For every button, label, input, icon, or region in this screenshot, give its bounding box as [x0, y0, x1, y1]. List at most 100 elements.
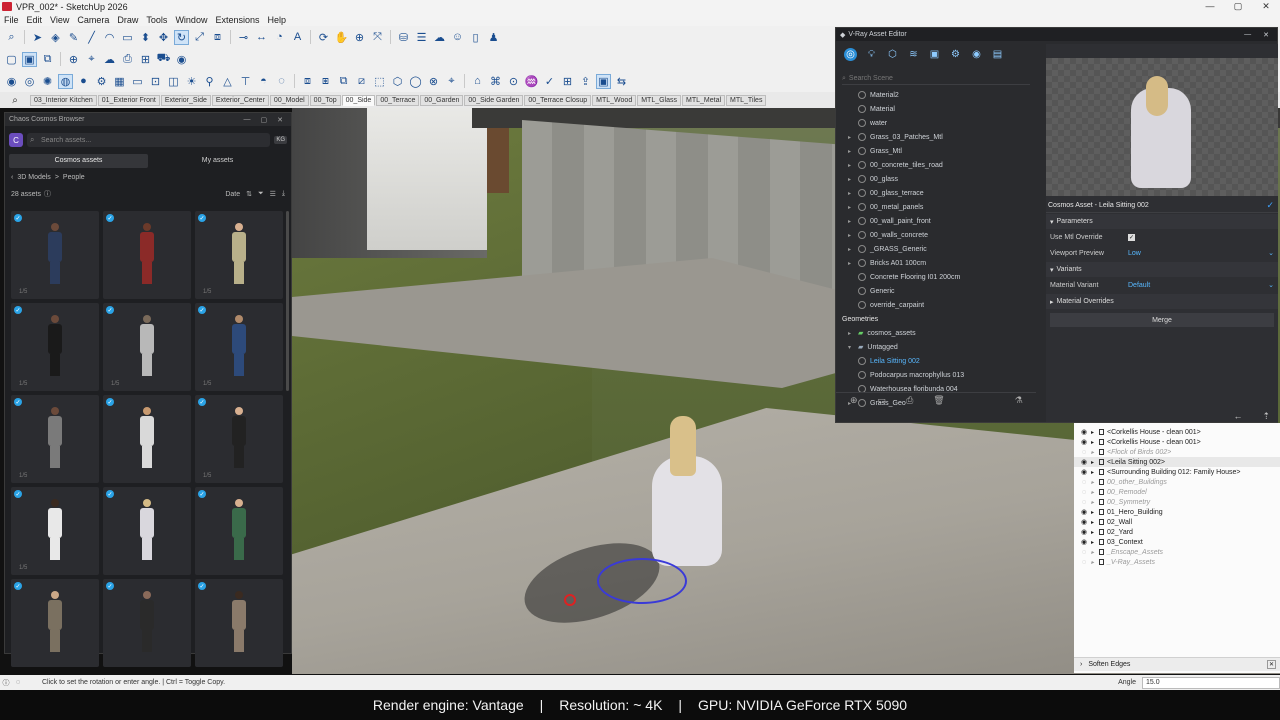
visibility-eye-icon[interactable]: ◉ — [1080, 428, 1088, 436]
material-item[interactable]: Material — [836, 102, 1036, 116]
asset-card[interactable]: ✓ 1/5 — [11, 211, 99, 299]
outliner-item[interactable]: ◉ ▸ <Corkellis House - clean 001> — [1074, 427, 1280, 437]
material-item[interactable]: ▸ Grass_03_Patches_Mtl — [836, 130, 1036, 144]
visibility-eye-icon[interactable]: ◌ — [1080, 479, 1088, 486]
check-icon[interactable]: ✓ — [106, 398, 114, 406]
scene-tab[interactable]: 00_Model — [269, 94, 309, 106]
vray-mesh-icon[interactable]: ▦ — [112, 74, 127, 89]
visibility-eye-icon[interactable]: ◉ — [1080, 538, 1088, 546]
asset-card[interactable]: ✓ 1/5 — [11, 303, 99, 391]
location-icon[interactable]: ⌖ — [84, 52, 99, 67]
scene-tab[interactable]: 00_Side Garden — [464, 94, 524, 106]
check-icon[interactable]: ✓ — [106, 306, 114, 314]
check-icon[interactable]: ✓ — [14, 490, 22, 498]
vray-globe-icon[interactable]: ⊗ — [426, 74, 441, 89]
menu-file[interactable]: File — [0, 15, 23, 25]
sort-select[interactable]: Date — [225, 191, 240, 198]
tape-measure-icon[interactable]: ⊸ — [236, 30, 251, 45]
check-icon[interactable]: ✓ — [14, 306, 22, 314]
component-icon[interactable]: ▣ — [22, 51, 37, 67]
vray-lock-icon[interactable]: ⊡ — [148, 74, 163, 89]
expand-caret-icon[interactable]: ▸ — [1091, 539, 1096, 546]
material-item[interactable]: ▸ Bricks A01 100cm — [836, 256, 1036, 270]
chevron-down-icon[interactable]: ⌄ — [1268, 281, 1278, 289]
vray-triangle-icon[interactable]: △ — [220, 74, 235, 89]
measurement-input[interactable]: 15.0 — [1142, 676, 1280, 689]
vray-vantage-icon[interactable]: ▣ — [596, 73, 611, 89]
vray-spot-icon[interactable]: ☀ — [184, 74, 199, 89]
vray-lamp-icon[interactable]: ⚲ — [202, 74, 217, 89]
vray-interactive-icon[interactable]: ◎ — [22, 74, 37, 89]
check-icon[interactable]: ✓ — [198, 214, 206, 222]
asset-card[interactable]: ✓ 1/5 — [195, 211, 283, 299]
vray-light-icon[interactable]: ✺ — [40, 74, 55, 89]
shop-icon[interactable]: ⊞ — [138, 52, 153, 67]
rotate-icon[interactable]: ↻ — [174, 29, 189, 45]
scene-tab[interactable]: 00_Terrace — [376, 94, 420, 106]
asset-card[interactable]: ✓ — [103, 579, 191, 667]
visibility-eye-icon[interactable]: ◉ — [1080, 438, 1088, 446]
line-icon[interactable]: ╱ — [84, 30, 99, 45]
push-pull-icon[interactable]: ⬍ — [138, 30, 153, 45]
vray-mesh-light-icon[interactable]: ◌ — [274, 74, 289, 89]
outliner-item[interactable]: ◉ ▸ 02_Yard — [1074, 527, 1280, 537]
asset-card[interactable]: ✓ — [103, 395, 191, 483]
expand-caret-icon[interactable]: ▸ — [1091, 449, 1096, 456]
scene-tab[interactable]: 03_Interior Kitchen — [30, 94, 97, 106]
scale-icon[interactable]: ⤢ — [192, 30, 207, 45]
material-item[interactable]: override_carpaint — [836, 298, 1036, 312]
asset-card[interactable]: ✓ — [103, 211, 191, 299]
expand-caret-icon[interactable]: ▸ — [1091, 479, 1096, 486]
expand-caret-icon[interactable]: ▸ — [1091, 509, 1096, 516]
expand-caret-icon[interactable]: ▸ — [1091, 429, 1096, 436]
filter-icon[interactable]: ⏷ — [258, 190, 264, 198]
layers-icon[interactable]: ☰ — [414, 30, 429, 45]
material-item[interactable]: ▸ 00_metal_panels — [836, 200, 1036, 214]
asset-card[interactable]: ✓ — [195, 487, 283, 575]
vray-check-icon[interactable]: ✓ — [542, 74, 557, 89]
vray-dome-icon[interactable]: ◓ — [256, 74, 271, 89]
breadcrumb-item[interactable]: 3D Models — [17, 174, 50, 181]
text-icon[interactable]: A — [290, 30, 305, 45]
zoom-extents-icon[interactable]: ⤧ — [370, 30, 385, 45]
scene-tab[interactable]: Exterior_Side — [160, 94, 211, 106]
outliner-item[interactable]: ◌ ▸ _V-Ray_Assets — [1074, 557, 1280, 567]
merge-button[interactable]: Merge — [1050, 313, 1274, 327]
parameters-section[interactable]: ▾ Parameters — [1046, 214, 1278, 229]
move-icon[interactable]: ✥ — [156, 30, 171, 45]
vray-decal-icon[interactable]: ⬚ — [372, 74, 387, 89]
save-icon[interactable]: ⎙ — [906, 395, 913, 406]
vray-ies-icon[interactable]: ⊤ — [238, 74, 253, 89]
sort-direction-icon[interactable]: ⇅ — [246, 190, 252, 198]
visibility-eye-icon[interactable]: ◉ — [1080, 518, 1088, 526]
check-icon[interactable]: ✓ — [14, 214, 22, 222]
menu-extensions[interactable]: Extensions — [211, 15, 263, 25]
offset-icon[interactable]: ⧈ — [210, 30, 225, 45]
outliner-item[interactable]: ◌ ▸ <Flock of Birds 002> — [1074, 447, 1280, 457]
collapse-icon[interactable]: ⇡ — [1262, 411, 1270, 422]
frame-buffer-icon[interactable]: ▤ — [991, 48, 1004, 61]
check-icon[interactable]: ✓ — [198, 582, 206, 590]
check-icon[interactable]: ✓ — [198, 306, 206, 314]
expand-caret-icon[interactable]: ▸ — [1091, 519, 1096, 526]
chevron-left-icon[interactable]: ‹ — [11, 174, 13, 181]
check-icon[interactable]: ✓ — [106, 214, 114, 222]
visibility-eye-icon[interactable]: ◉ — [1080, 528, 1088, 536]
search-icon[interactable]: ⌕ — [4, 30, 19, 45]
outliner-item[interactable]: ◌ ▸ _Enscape_Assets — [1074, 547, 1280, 557]
material-item[interactable]: ▸ 00_glass_terrace — [836, 186, 1036, 200]
tab-cosmos-assets[interactable]: Cosmos assets — [9, 154, 148, 168]
cart-icon[interactable]: ⛟ — [156, 52, 171, 67]
cosmos-search-input[interactable]: ⌕ Search assets... — [27, 133, 271, 147]
expand-caret-icon[interactable]: ▸ — [1091, 549, 1096, 556]
check-icon[interactable]: ✓ — [198, 398, 206, 406]
dimension-icon[interactable]: ↔ — [254, 30, 269, 45]
material-item[interactable]: water — [836, 116, 1036, 130]
scene-tab[interactable]: 01_Exterior Front — [97, 94, 160, 106]
vray-render-icon[interactable]: ◉ — [4, 74, 19, 89]
expand-caret-icon[interactable]: ▸ — [1091, 469, 1096, 476]
asset-card[interactable]: ✓ 1/5 — [11, 487, 99, 575]
protractor-icon[interactable]: ◔ — [272, 30, 287, 45]
delete-icon[interactable]: 🗑︎ — [933, 395, 944, 406]
purge-icon[interactable]: ⚗ — [1015, 395, 1023, 406]
